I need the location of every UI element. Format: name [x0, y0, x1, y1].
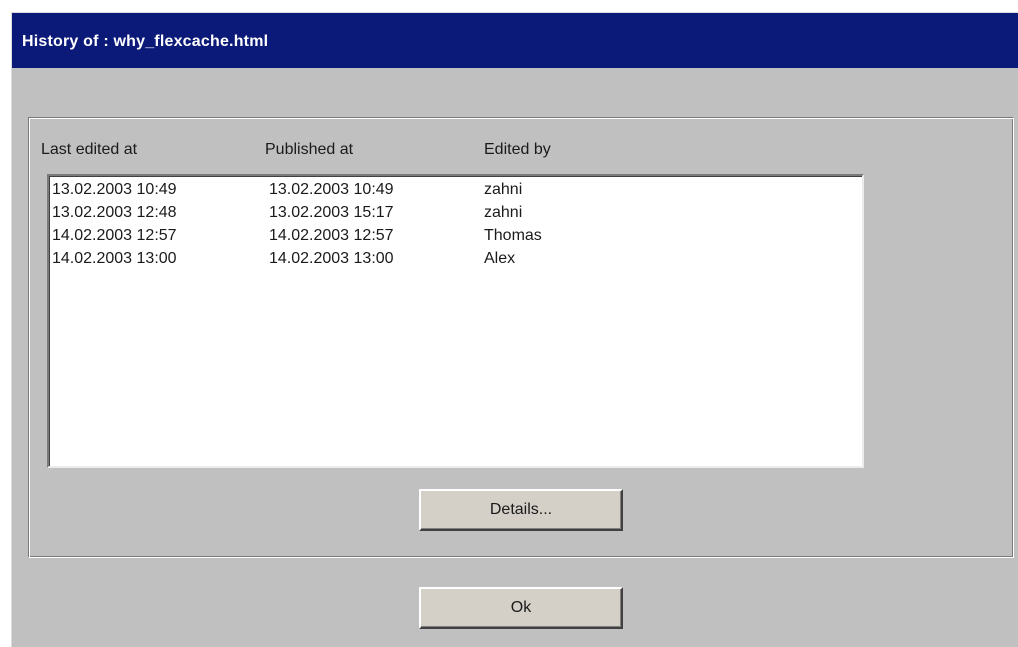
edited-by-cell: zahni — [484, 181, 523, 198]
history-list[interactable]: 13.02.2003 10:49 13.02.2003 10:49 zahni … — [47, 174, 864, 468]
column-header-edited-by: Edited by — [484, 141, 551, 158]
list-item[interactable]: 13.02.2003 10:49 13.02.2003 10:49 zahni — [49, 178, 862, 201]
edited-by-cell: zahni — [484, 204, 523, 221]
published-cell: 13.02.2003 10:49 — [269, 181, 394, 198]
last-edited-cell: 13.02.2003 10:49 — [52, 181, 177, 198]
dialog-title: History of : why_flexcache.html — [22, 33, 269, 50]
last-edited-cell: 13.02.2003 12:48 — [52, 204, 177, 221]
ok-button[interactable]: Ok — [419, 587, 623, 629]
published-cell: 13.02.2003 15:17 — [269, 204, 394, 221]
column-header-last-edited: Last edited at — [41, 141, 138, 158]
published-cell: 14.02.2003 13:00 — [269, 250, 394, 267]
details-button[interactable]: Details... — [419, 489, 623, 531]
list-item[interactable]: 14.02.2003 12:57 14.02.2003 12:57 Thomas — [49, 224, 862, 247]
list-item[interactable]: 14.02.2003 13:00 14.02.2003 13:00 Alex — [49, 247, 862, 270]
title-bar: History of : why_flexcache.html — [12, 13, 1018, 68]
edited-by-cell: Thomas — [484, 227, 542, 244]
history-dialog: History of : why_flexcache.html Last edi… — [11, 12, 1018, 647]
list-item[interactable]: 13.02.2003 12:48 13.02.2003 15:17 zahni — [49, 201, 862, 224]
last-edited-cell: 14.02.2003 12:57 — [52, 227, 177, 244]
column-header-published: Published at — [265, 141, 354, 158]
last-edited-cell: 14.02.2003 13:00 — [52, 250, 177, 267]
edited-by-cell: Alex — [484, 250, 516, 267]
published-cell: 14.02.2003 12:57 — [269, 227, 394, 244]
